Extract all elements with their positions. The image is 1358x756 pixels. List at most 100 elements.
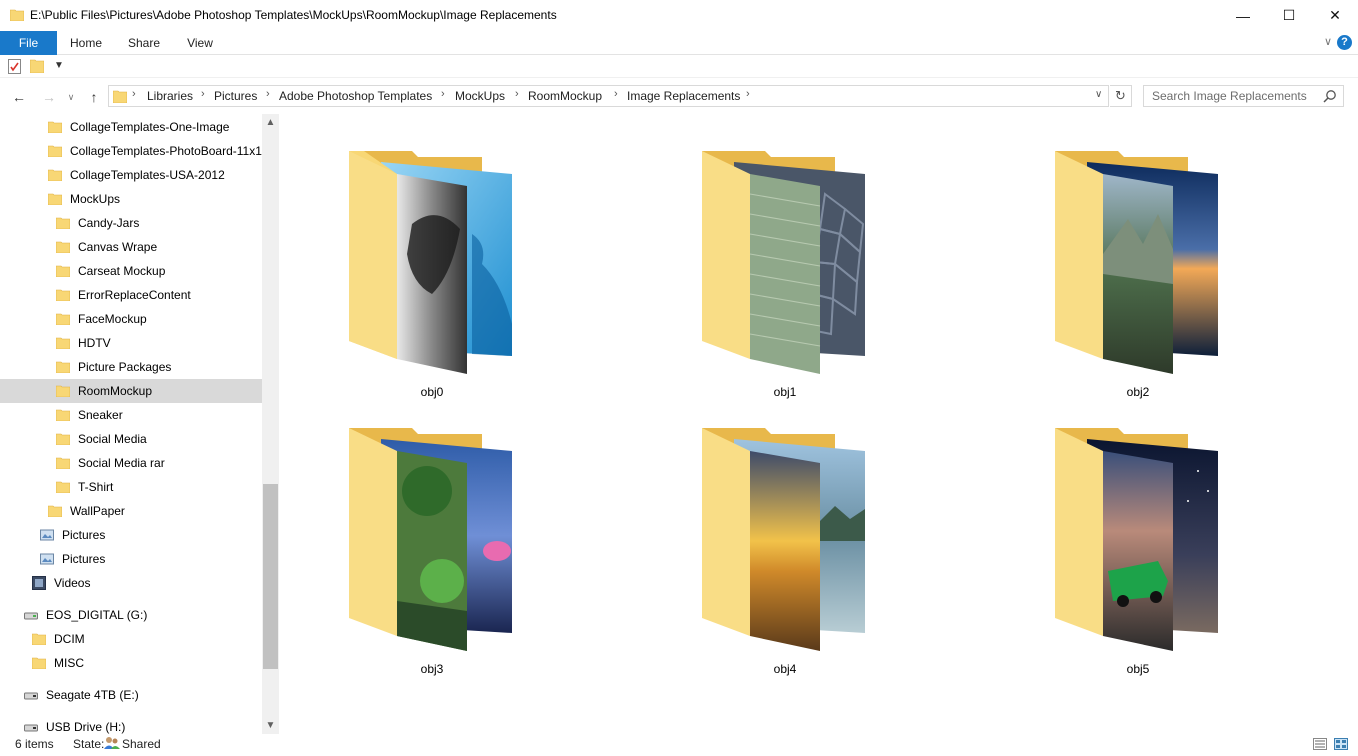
details-view-icon[interactable] xyxy=(1313,738,1327,750)
nav-item-pictures-library-1[interactable]: Pictures xyxy=(40,523,262,547)
customize-toolbar-icon[interactable]: ▼ xyxy=(54,60,64,71)
breadcrumb-pictures[interactable]: Pictures xyxy=(214,89,257,103)
folder-icon xyxy=(48,145,62,157)
nav-item-usb-drive[interactable]: USB Drive (H:) xyxy=(24,715,262,734)
nav-item-label: Videos xyxy=(54,576,91,590)
tab-share[interactable]: Share xyxy=(120,31,168,55)
nav-item-label: Social Media rar xyxy=(78,456,165,470)
nav-item-facemockup[interactable]: FaceMockup xyxy=(56,307,262,331)
nav-item-social-media[interactable]: Social Media xyxy=(56,427,262,451)
folder-thumbnail-icon xyxy=(1055,151,1218,374)
nav-item-label: T-Shirt xyxy=(78,480,114,494)
breadcrumb-roommockup[interactable]: RoomMockup xyxy=(528,89,602,103)
scroll-down-icon[interactable]: ▼ xyxy=(262,717,279,734)
large-icons-view-icon[interactable] xyxy=(1334,738,1348,750)
tab-home[interactable]: Home xyxy=(62,31,110,55)
nav-item-picture-packages[interactable]: Picture Packages xyxy=(56,355,262,379)
folder-icon xyxy=(56,433,70,445)
properties-icon[interactable] xyxy=(8,59,21,74)
pictures-library-icon xyxy=(40,553,54,565)
breadcrumb-chevron-icon[interactable]: › xyxy=(515,88,519,100)
back-arrow-icon[interactable]: ← xyxy=(8,87,30,107)
scrollbar-thumb[interactable] xyxy=(263,484,278,669)
drive-icon xyxy=(24,612,38,620)
nav-item-collagetemplates-photoboard[interactable]: CollageTemplates-PhotoBoard-11x14 xyxy=(48,139,262,163)
folder-icon xyxy=(48,505,62,517)
tab-view[interactable]: View xyxy=(176,31,224,55)
folder-tile-obj4[interactable]: obj4 xyxy=(685,411,885,681)
folder-tile-obj0[interactable]: obj0 xyxy=(332,134,532,404)
item-count: 6 items xyxy=(15,737,54,751)
breadcrumb-libraries[interactable]: Libraries xyxy=(147,89,193,103)
breadcrumb-chevron-icon[interactable]: › xyxy=(614,88,618,100)
up-arrow-icon[interactable]: ↑ xyxy=(84,87,104,107)
nav-item-canvas-wrape[interactable]: Canvas Wrape xyxy=(56,235,262,259)
folder-tile-obj1[interactable]: obj1 xyxy=(685,134,885,404)
nav-item-mockups[interactable]: MockUps xyxy=(48,187,262,211)
nav-item-label: Canvas Wrape xyxy=(78,240,158,254)
breadcrumb-image-replacements[interactable]: Image Replacements xyxy=(627,89,740,103)
folder-icon xyxy=(48,121,62,133)
nav-item-t-shirt[interactable]: T-Shirt xyxy=(56,475,262,499)
breadcrumb-chevron-icon[interactable]: › xyxy=(746,88,750,100)
nav-item-sneaker[interactable]: Sneaker xyxy=(56,403,262,427)
scroll-up-icon[interactable]: ▲ xyxy=(262,114,279,131)
breadcrumb-adobe-photoshop-templates[interactable]: Adobe Photoshop Templates xyxy=(279,89,432,103)
address-dropdown-icon[interactable]: ∨ xyxy=(1095,89,1102,100)
folder-tile-obj3[interactable]: obj3 xyxy=(332,411,532,681)
search-icon[interactable] xyxy=(1323,89,1337,103)
nav-item-label: HDTV xyxy=(78,336,111,350)
folder-icon xyxy=(56,385,70,397)
breadcrumb-chevron-icon[interactable]: › xyxy=(266,88,270,100)
help-icon[interactable]: ? xyxy=(1337,35,1352,50)
search-box[interactable] xyxy=(1143,85,1344,107)
search-input[interactable] xyxy=(1144,86,1319,106)
folder-name: obj4 xyxy=(773,662,797,676)
shared-users-icon xyxy=(104,737,120,749)
nav-item-label: Candy-Jars xyxy=(78,216,140,230)
nav-item-hdtv[interactable]: HDTV xyxy=(56,331,262,355)
folder-tile-obj5[interactable]: obj5 xyxy=(1038,411,1238,681)
nav-item-eos-digital-drive[interactable]: EOS_DIGITAL (G:) xyxy=(24,603,262,627)
folder-tile-obj2[interactable]: obj2 xyxy=(1038,134,1238,404)
folder-icon xyxy=(56,265,70,277)
breadcrumb-mockups[interactable]: MockUps xyxy=(455,89,505,103)
nav-scrollbar[interactable]: ▲ ▼ xyxy=(262,114,279,734)
nav-item-wallpaper[interactable]: WallPaper xyxy=(48,499,262,523)
nav-item-collagetemplates-usa-2012[interactable]: CollageTemplates-USA-2012 xyxy=(48,163,262,187)
nav-item-social-media-rar[interactable]: Social Media rar xyxy=(56,451,262,475)
minimize-button[interactable]: — xyxy=(1220,0,1266,31)
nav-item-pictures-library-2[interactable]: Pictures xyxy=(40,547,262,571)
close-button[interactable]: ✕ xyxy=(1312,0,1358,31)
nav-item-candy-jars[interactable]: Candy-Jars xyxy=(56,211,262,235)
ribbon-tabs: File Home Share View ∨ ? xyxy=(0,31,1358,55)
nav-item-errorreplacecontent[interactable]: ErrorReplaceContent xyxy=(56,283,262,307)
nav-item-label: CollageTemplates-One-Image xyxy=(70,120,230,134)
nav-item-seagate-drive[interactable]: Seagate 4TB (E:) xyxy=(24,683,262,707)
ribbon-expand-icon[interactable]: ∨ xyxy=(1324,35,1332,48)
tab-file[interactable]: File xyxy=(0,31,57,55)
maximize-button[interactable]: ☐ xyxy=(1266,0,1312,31)
nav-item-collagetemplates-one-image[interactable]: CollageTemplates-One-Image xyxy=(48,115,262,139)
nav-item-label: RoomMockup xyxy=(78,384,153,398)
recent-locations-icon[interactable]: ∨ xyxy=(64,87,78,107)
address-bar[interactable]: › Libraries › Pictures › Adobe Photoshop… xyxy=(108,85,1109,107)
breadcrumb-chevron-icon[interactable]: › xyxy=(441,88,445,100)
folder-icon xyxy=(56,481,70,493)
refresh-icon[interactable]: ↻ xyxy=(1110,85,1132,107)
folder-icon xyxy=(113,90,127,103)
nav-item-videos[interactable]: Videos xyxy=(32,571,262,595)
quick-access-toolbar: ▼ xyxy=(0,56,1358,78)
nav-item-carseat-mockup[interactable]: Carseat Mockup xyxy=(56,259,262,283)
forward-arrow-icon[interactable]: → xyxy=(38,87,60,107)
nav-item-roommockup[interactable]: RoomMockup xyxy=(0,379,262,403)
folder-icon xyxy=(56,217,70,229)
breadcrumb-chevron-icon[interactable]: › xyxy=(201,88,205,100)
new-folder-icon[interactable] xyxy=(30,59,44,73)
nav-item-label: MISC xyxy=(54,656,84,670)
nav-item-dcim[interactable]: DCIM xyxy=(32,627,262,651)
folder-thumbnail-icon xyxy=(1055,428,1218,651)
folder-icon xyxy=(56,409,70,421)
breadcrumb-chevron-icon[interactable]: › xyxy=(132,88,136,100)
nav-item-misc[interactable]: MISC xyxy=(32,651,262,675)
